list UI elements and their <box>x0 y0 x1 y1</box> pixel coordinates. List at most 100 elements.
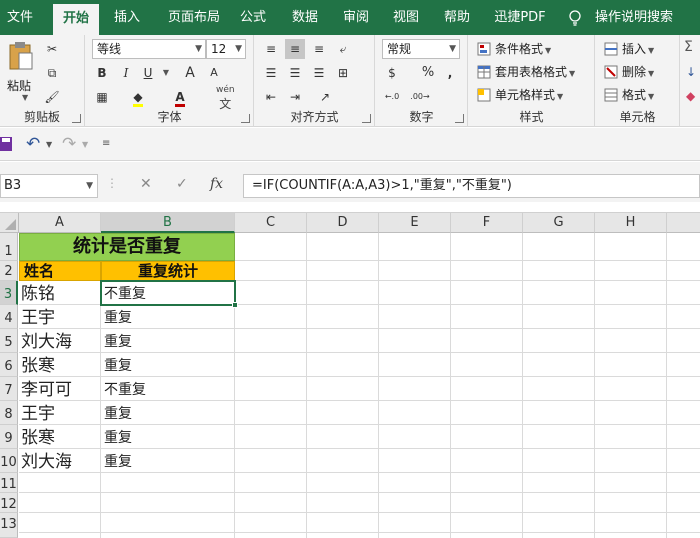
name-cell[interactable]: 刘大海 <box>21 449 100 473</box>
save-icon[interactable] <box>0 137 12 151</box>
font-launcher-icon[interactable] <box>241 114 250 123</box>
insert-cells-button[interactable]: 插入 ▼ <box>602 39 654 59</box>
tab-home[interactable]: 开始 <box>53 4 99 35</box>
header-name-cell[interactable]: 姓名 <box>19 261 101 281</box>
align-right-icon[interactable]: ☰ <box>309 63 329 83</box>
column-header-b[interactable]: B <box>101 213 235 233</box>
format-as-table-button[interactable]: 套用表格格式 ▼ <box>475 62 575 82</box>
bold-button[interactable]: B <box>92 63 112 83</box>
align-middle-icon[interactable]: ≡ <box>285 39 305 59</box>
tell-me-search[interactable]: 操作说明搜索 <box>590 0 678 35</box>
format-cells-button[interactable]: 格式 ▼ <box>602 85 654 105</box>
conditional-formatting-button[interactable]: 条件格式 ▼ <box>475 39 551 59</box>
result-cell[interactable]: 重复 <box>104 449 232 473</box>
increase-indent-icon[interactable]: ⇥ <box>285 87 305 107</box>
underline-button[interactable]: U <box>138 63 158 83</box>
format-painter-icon[interactable]: 🖌 <box>42 87 62 107</box>
tab-help[interactable]: 帮助 <box>437 0 477 35</box>
grow-font-button[interactable]: A <box>180 63 200 83</box>
align-top-icon[interactable]: ≡ <box>261 39 281 59</box>
align-center-icon[interactable]: ☰ <box>285 63 305 83</box>
name-cell[interactable]: 王宇 <box>21 305 100 329</box>
shrink-font-button[interactable]: A <box>204 63 224 83</box>
wrap-text-icon[interactable]: ⤶ <box>333 39 353 59</box>
tab-formulas[interactable]: 公式 <box>232 0 274 35</box>
insert-function-button[interactable]: fx <box>210 176 223 192</box>
percent-button[interactable]: % <box>418 63 438 83</box>
alignment-launcher-icon[interactable] <box>362 114 371 123</box>
align-left-icon[interactable]: ☰ <box>261 63 281 83</box>
result-cell[interactable]: 重复 <box>104 353 232 377</box>
row-header-8[interactable]: 8 <box>0 401 18 425</box>
tab-review[interactable]: 审阅 <box>336 0 376 35</box>
result-cell[interactable]: 不重复 <box>104 377 232 401</box>
tab-view[interactable]: 视图 <box>386 0 426 35</box>
paste-button[interactable]: 粘贴 <box>7 77 31 94</box>
name-cell[interactable]: 王宇 <box>21 401 100 425</box>
row-header-7[interactable]: 7 <box>0 377 18 401</box>
confirm-entry-icon[interactable]: ✓ <box>176 176 188 192</box>
column-header-f[interactable]: F <box>451 213 523 233</box>
sum-icon[interactable]: Σ <box>684 39 693 55</box>
italic-button[interactable]: I <box>116 63 136 83</box>
column-header-e[interactable]: E <box>379 213 451 233</box>
formula-input[interactable]: =IF(COUNTIF(A:A,A3)>1,"重复","不重复") <box>243 174 700 198</box>
align-bottom-icon[interactable]: ≡ <box>309 39 329 59</box>
column-header-d[interactable]: D <box>307 213 379 233</box>
orientation-icon[interactable]: ↗ <box>315 87 335 107</box>
row-header-12[interactable]: 12 <box>0 493 18 513</box>
paste-dropdown-icon[interactable]: ▼ <box>22 93 28 102</box>
borders-icon[interactable]: ▦ <box>92 87 112 107</box>
name-cell[interactable]: 张寒 <box>21 425 100 449</box>
active-cell-selection[interactable] <box>100 280 236 306</box>
name-cell[interactable]: 陈铭 <box>21 281 100 305</box>
font-name-combo[interactable]: 等线 ▼ <box>92 39 206 59</box>
row-header-13[interactable]: 13 <box>0 513 18 538</box>
tab-page-layout[interactable]: 页面布局 <box>160 0 228 35</box>
sheet-title-cell[interactable]: 统计是否重复 <box>19 233 235 261</box>
merge-center-icon[interactable]: ⊞ <box>333 63 353 83</box>
paste-icon[interactable] <box>8 41 34 73</box>
clipboard-launcher-icon[interactable] <box>72 114 81 123</box>
result-cell[interactable]: 重复 <box>104 329 232 353</box>
decrease-indent-icon[interactable]: ⇤ <box>261 87 281 107</box>
comma-button[interactable]: , <box>440 63 460 83</box>
row-header-6[interactable]: 6 <box>0 353 18 377</box>
tab-insert[interactable]: 插入 <box>106 0 148 35</box>
font-color-button[interactable]: A <box>170 87 190 107</box>
number-format-combo[interactable]: 常规 ▼ <box>382 39 460 59</box>
delete-cells-button[interactable]: 删除 ▼ <box>602 62 654 82</box>
increase-decimal-icon[interactable]: ←.0 <box>382 87 402 107</box>
tab-file[interactable]: 文件 <box>0 0 40 35</box>
column-header-h[interactable]: H <box>595 213 667 233</box>
row-header-4[interactable]: 4 <box>0 305 18 329</box>
row-header-5[interactable]: 5 <box>0 329 18 353</box>
undo-icon[interactable]: ↶ <box>26 134 40 154</box>
copy-icon[interactable]: ⧉ <box>42 63 62 83</box>
name-cell[interactable]: 刘大海 <box>21 329 100 353</box>
fill-handle[interactable] <box>232 302 238 308</box>
redo-dropdown-icon[interactable]: ▼ <box>82 140 88 149</box>
select-all-corner[interactable] <box>0 213 19 233</box>
fill-color-icon[interactable]: ◆ <box>128 87 148 107</box>
font-size-combo[interactable]: 12 ▼ <box>206 39 246 59</box>
row-header-11[interactable]: 11 <box>0 473 18 493</box>
name-cell[interactable]: 张寒 <box>21 353 100 377</box>
clear-icon[interactable]: ◆ <box>686 89 695 103</box>
column-header-a[interactable]: A <box>19 213 101 233</box>
result-cell[interactable]: 重复 <box>104 425 232 449</box>
column-header-g[interactable]: G <box>523 213 595 233</box>
cell-styles-button[interactable]: 单元格样式 ▼ <box>475 85 563 105</box>
tab-xunjie-pdf[interactable]: 迅捷PDF <box>488 0 552 35</box>
undo-dropdown-icon[interactable]: ▼ <box>46 140 52 149</box>
name-cell[interactable]: 李可可 <box>21 377 100 401</box>
tab-data[interactable]: 数据 <box>284 0 326 35</box>
decrease-decimal-icon[interactable]: .00→ <box>410 87 430 107</box>
currency-button[interactable]: $ <box>382 63 402 83</box>
result-cell[interactable]: 重复 <box>104 401 232 425</box>
result-cell[interactable]: 重复 <box>104 305 232 329</box>
underline-dropdown-icon[interactable]: ▼ <box>156 63 176 83</box>
row-header-9[interactable]: 9 <box>0 425 18 449</box>
redo-icon[interactable]: ↷ <box>62 134 76 154</box>
cancel-entry-icon[interactable]: ✕ <box>140 176 152 192</box>
